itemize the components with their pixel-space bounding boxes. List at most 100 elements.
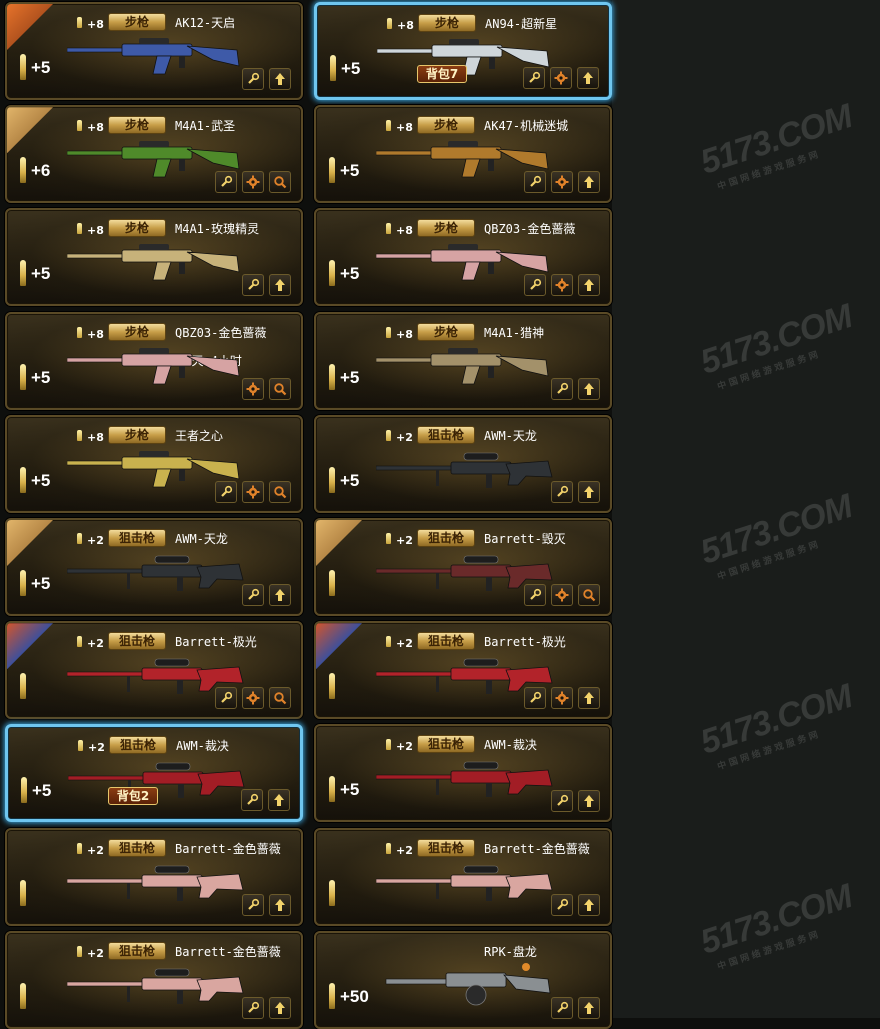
repair-button[interactable] — [242, 68, 264, 90]
weapon-card[interactable]: +8 步枪 QBZ03-金色蔷薇 +5 — [314, 208, 612, 307]
weapon-card[interactable]: +2 狙击枪 Barrett-极光 — [314, 621, 612, 720]
weapon-card[interactable]: +8 步枪 M4A1-玫瑰精灵 +5 — [5, 208, 303, 307]
upgrade-arrow-icon — [269, 793, 289, 807]
action-buttons — [242, 584, 291, 606]
weapon-name: AWM-天龙 — [484, 428, 537, 443]
ammo-icon — [20, 982, 26, 1009]
upgrade-arrow-icon — [579, 691, 599, 705]
repair-button[interactable] — [524, 584, 546, 606]
upgrade-arrow-icon — [579, 794, 599, 808]
repair-button[interactable] — [242, 893, 264, 916]
wrench-icon — [243, 278, 263, 292]
repair-button[interactable] — [242, 274, 264, 297]
action-buttons — [551, 377, 600, 400]
bullet-icon — [77, 533, 82, 544]
upgrade-button[interactable] — [269, 68, 291, 90]
action-buttons — [524, 687, 600, 710]
weapon-card[interactable]: +8 步枪 AK12-天启 +5 — [5, 2, 303, 100]
upgrade-button[interactable] — [578, 687, 600, 710]
action-buttons — [242, 68, 291, 90]
repair-button[interactable] — [215, 171, 237, 194]
upgrade-button[interactable] — [269, 893, 291, 916]
weapon-card[interactable]: +2 狙击枪 Barrett-金色蔷薇 — [5, 930, 303, 1029]
inspect-button[interactable] — [578, 584, 600, 606]
settings-button[interactable] — [242, 687, 264, 710]
bullet-icon — [386, 842, 391, 854]
weapon-name: AK12-天启 — [175, 16, 236, 30]
rarity-corner — [7, 520, 53, 566]
repair-button[interactable] — [524, 687, 546, 710]
weapon-card[interactable]: RPK-盘龙 +50 — [314, 930, 612, 1029]
settings-button[interactable] — [242, 171, 264, 194]
settings-button[interactable] — [242, 377, 264, 400]
settings-button[interactable] — [551, 171, 573, 194]
weapon-card[interactable]: +2 狙击枪 Barrett-极光 — [5, 621, 303, 720]
inspect-button[interactable] — [269, 687, 291, 710]
ammo-count: +5 — [340, 264, 360, 284]
upgrade-button[interactable] — [578, 171, 600, 194]
ammo-count: +5 — [31, 574, 51, 593]
weapon-card[interactable]: +8步枪QBZ03-金色蔷薇10天 4小时 +5 — [5, 311, 303, 410]
settings-button[interactable] — [551, 274, 573, 297]
upgrade-button[interactable] — [577, 67, 599, 89]
repair-button[interactable] — [551, 790, 573, 813]
settings-button[interactable] — [551, 584, 573, 606]
weapon-type-badge: 步枪 — [108, 13, 166, 31]
gear-icon — [243, 382, 263, 396]
rarity-corner — [7, 107, 53, 154]
upgrade-button[interactable] — [578, 274, 600, 297]
upgrade-button[interactable] — [269, 274, 291, 297]
repair-button[interactable] — [241, 789, 263, 812]
settings-button[interactable] — [550, 67, 572, 89]
rarity-corner — [316, 623, 362, 670]
weapon-card[interactable]: +8 步枪 M4A1-猎神 +5 — [314, 311, 612, 410]
repair-button[interactable] — [551, 480, 573, 503]
repair-button[interactable] — [524, 274, 546, 297]
weapon-card[interactable]: +2 狙击枪 AWM-裁决 +5 — [314, 724, 612, 823]
weapon-type-badge: 步枪 — [417, 322, 475, 341]
repair-button[interactable] — [524, 171, 546, 194]
weapon-card[interactable]: +8 步枪 王者之心 +5 — [5, 414, 303, 513]
action-buttons — [551, 893, 600, 916]
upgrade-button[interactable] — [269, 996, 291, 1019]
repair-button[interactable] — [215, 687, 237, 710]
settings-button[interactable] — [551, 687, 573, 710]
weapon-card[interactable]: +2 狙击枪 Barrett-金色蔷薇 — [5, 827, 303, 926]
upgrade-button[interactable] — [269, 584, 291, 606]
upgrade-button[interactable] — [268, 789, 290, 812]
repair-button[interactable] — [242, 996, 264, 1019]
weapon-card[interactable]: +2 狙击枪 Barrett-金色蔷薇 — [314, 827, 612, 926]
upgrade-button[interactable] — [578, 480, 600, 503]
weapon-card[interactable]: +8 步枪 AN94-超新星 +5 背包7 — [314, 2, 612, 100]
weapon-card[interactable]: +2 狙击枪 AWM-天龙 +5 — [5, 518, 303, 616]
action-buttons — [524, 171, 600, 194]
ammo-count: +5 — [31, 264, 51, 284]
repair-button[interactable] — [551, 377, 573, 400]
weapon-name: AK47-机械迷城 — [484, 119, 569, 134]
upgrade-button[interactable] — [578, 996, 600, 1019]
inspect-button[interactable] — [269, 480, 291, 503]
repair-button[interactable] — [215, 480, 237, 503]
repair-button[interactable] — [551, 893, 573, 916]
weapon-card[interactable]: +2 狙击枪 Barrett-毁灭 — [314, 518, 612, 616]
weapon-card[interactable]: +2 狙击枪 AWM-天龙 +5 — [314, 414, 612, 513]
ammo-count: +5 — [31, 58, 51, 77]
upgrade-arrow-icon — [270, 588, 290, 602]
inspect-button[interactable] — [269, 377, 291, 400]
upgrade-button[interactable] — [578, 790, 600, 813]
action-buttons — [215, 171, 291, 194]
weapon-card[interactable]: +8 步枪 M4A1-武圣 +6 — [5, 105, 303, 204]
repair-button[interactable] — [523, 67, 545, 89]
settings-button[interactable] — [242, 480, 264, 503]
upgrade-button[interactable] — [578, 893, 600, 916]
upgrade-button[interactable] — [578, 377, 600, 400]
wrench-icon — [243, 72, 263, 86]
weapon-name: Barrett-金色蔷薇 — [484, 841, 590, 856]
repair-button[interactable] — [551, 996, 573, 1019]
weapon-card[interactable]: +8 步枪 AK47-机械迷城 +5 — [314, 105, 612, 204]
weapon-card[interactable]: +2 狙击枪 AWM-裁决 +5 背包2 — [5, 724, 303, 823]
weapon-type-badge: 步枪 — [108, 116, 166, 135]
repair-button[interactable] — [242, 584, 264, 606]
inspect-button[interactable] — [269, 171, 291, 194]
bullet-icon — [77, 223, 82, 235]
